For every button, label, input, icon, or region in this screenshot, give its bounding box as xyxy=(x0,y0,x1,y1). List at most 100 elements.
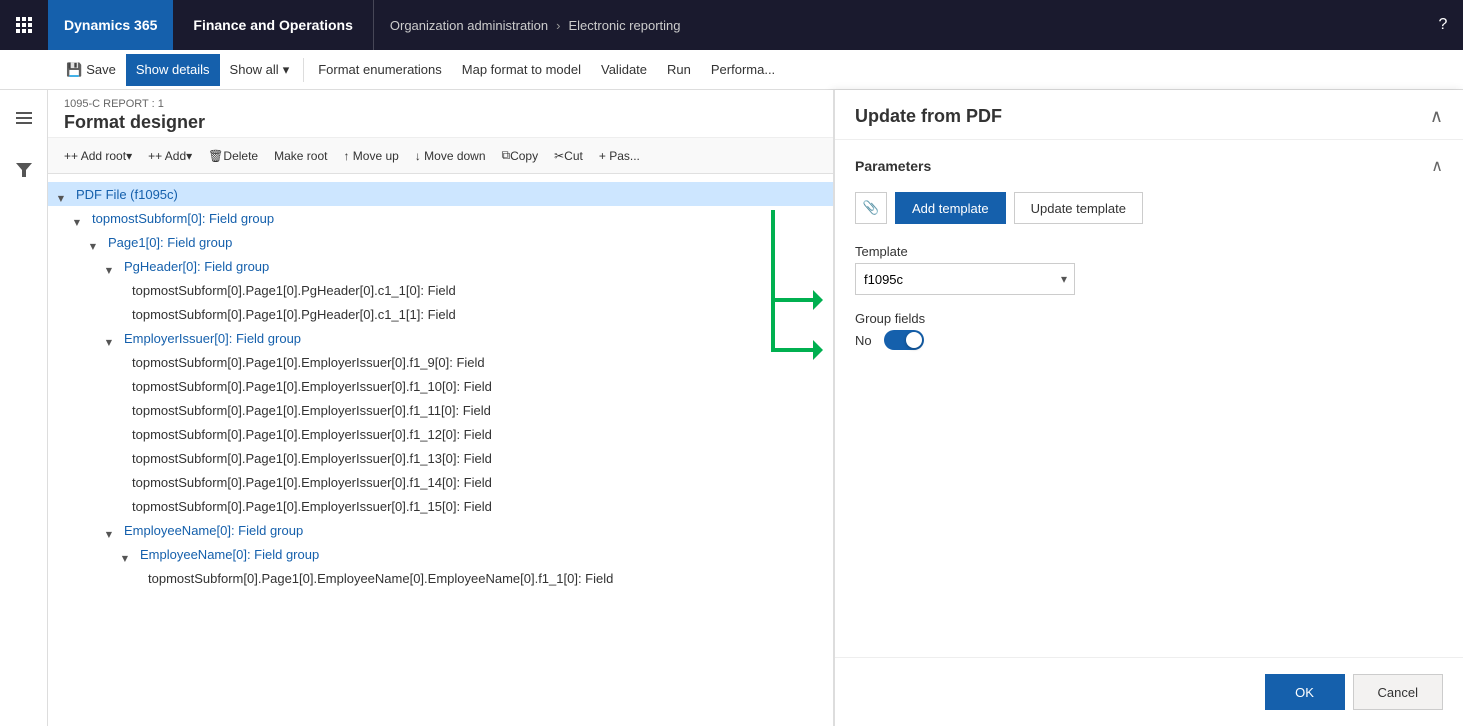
update-template-button[interactable]: Update template xyxy=(1014,192,1143,224)
page-title: Format designer xyxy=(64,112,817,133)
cut-button[interactable]: ✂ Cut xyxy=(546,142,591,170)
move-up-button[interactable]: ↑ Move up xyxy=(335,142,406,170)
format-enumerations-button[interactable]: Format enumerations xyxy=(308,54,452,86)
tree-label-c1-1-1: topmostSubform[0].Page1[0].PgHeader[0].c… xyxy=(132,307,456,322)
tree-item-f1-12[interactable]: topmostSubform[0].Page1[0].EmployerIssue… xyxy=(48,422,833,446)
tree-label-topmost-subform: topmostSubform[0]: Field group xyxy=(92,211,274,226)
add-template-button[interactable]: Add template xyxy=(895,192,1006,224)
add-root-label: + Add root xyxy=(71,149,126,163)
template-select[interactable]: f1095c xyxy=(855,263,1075,295)
add-label: + Add xyxy=(155,149,186,163)
tree-item-topmost-subform[interactable]: ◀topmostSubform[0]: Field group xyxy=(48,206,833,230)
save-button[interactable]: 💾 Save xyxy=(56,54,126,86)
format-enumerations-label: Format enumerations xyxy=(318,62,442,77)
group-fields-group: Group fields No xyxy=(855,311,1443,350)
performance-label: Performa... xyxy=(711,62,775,77)
tree-label-f1-14: topmostSubform[0].Page1[0].EmployerIssue… xyxy=(132,475,492,490)
hamburger-menu-icon[interactable] xyxy=(4,98,44,138)
cut-label: Cut xyxy=(564,149,583,163)
toolbar-separator-1 xyxy=(303,58,304,82)
tree-item-f1-14[interactable]: topmostSubform[0].Page1[0].EmployerIssue… xyxy=(48,470,833,494)
map-format-button[interactable]: Map format to model xyxy=(452,54,591,86)
tree-item-employee-name-group[interactable]: ◀EmployeeName[0]: Field group xyxy=(48,518,833,542)
filter-icon[interactable] xyxy=(4,150,44,190)
tree-label-employee-name-nested: EmployeeName[0]: Field group xyxy=(140,547,319,562)
breadcrumb-org[interactable]: Organization administration xyxy=(390,18,548,33)
breadcrumb-er[interactable]: Electronic reporting xyxy=(568,18,680,33)
group-fields-label: Group fields xyxy=(855,311,1443,326)
delete-icon: 🗑 xyxy=(208,149,223,163)
help-button[interactable]: ? xyxy=(1423,0,1463,50)
help-icon: ? xyxy=(1439,16,1448,34)
tree-label-f1-12: topmostSubform[0].Page1[0].EmployerIssue… xyxy=(132,427,492,442)
tree-label-pdf-file: PDF File (f1095c) xyxy=(76,187,178,202)
ok-button[interactable]: OK xyxy=(1265,674,1345,710)
tree-item-pdf-file[interactable]: ◀ PDF File (f1095c) xyxy=(48,182,833,206)
content-area: 1095-C REPORT : 1 Format designer + + Ad… xyxy=(48,90,833,726)
tree-item-f1-9[interactable]: topmostSubform[0].Page1[0].EmployerIssue… xyxy=(48,350,833,374)
validate-label: Validate xyxy=(601,62,647,77)
tree-label-f1-10: topmostSubform[0].Page1[0].EmployerIssue… xyxy=(132,379,492,394)
tree-item-f1-13[interactable]: topmostSubform[0].Page1[0].EmployerIssue… xyxy=(48,446,833,470)
content-breadcrumb: 1095-C REPORT : 1 xyxy=(64,98,817,110)
update-template-label: Update template xyxy=(1031,201,1126,216)
tree-item-page1[interactable]: ◀Page1[0]: Field group xyxy=(48,230,833,254)
add-button[interactable]: + + Add ▾ xyxy=(140,142,200,170)
designer-toolbar: + + Add root ▾ + + Add ▾ 🗑 Delete Make r… xyxy=(48,138,833,174)
chevron-down-icon: ▾ xyxy=(283,62,290,78)
attachment-button[interactable]: 📎 xyxy=(855,192,887,224)
add-template-label: Add template xyxy=(912,201,989,216)
tree-item-f1-15[interactable]: topmostSubform[0].Page1[0].EmployerIssue… xyxy=(48,494,833,518)
cancel-button[interactable]: Cancel xyxy=(1353,674,1443,710)
panel-close-button[interactable]: ∧ xyxy=(1430,106,1443,127)
save-icon: 💾 xyxy=(66,62,82,78)
make-root-button[interactable]: Make root xyxy=(266,142,335,170)
breadcrumb-area: Organization administration › Electronic… xyxy=(374,18,1423,33)
show-all-label: Show all xyxy=(230,62,279,77)
section-collapse-button[interactable]: ∧ xyxy=(1431,156,1443,176)
tree-label-pgheader: PgHeader[0]: Field group xyxy=(124,259,269,274)
show-all-button[interactable]: Show all ▾ xyxy=(220,54,300,86)
tree-container: ◀PDF File (f1095c)◀topmostSubform[0]: Fi… xyxy=(48,174,833,726)
tree-item-f1-10[interactable]: topmostSubform[0].Page1[0].EmployerIssue… xyxy=(48,374,833,398)
brand-fo: Finance and Operations xyxy=(173,17,372,33)
brand-d365-label: Dynamics 365 xyxy=(64,17,157,33)
main-layout: 1095-C REPORT : 1 Format designer + + Ad… xyxy=(0,90,1463,726)
content-header: 1095-C REPORT : 1 Format designer xyxy=(48,90,833,138)
tree-arrow-employer-issuer: ◀ xyxy=(104,330,120,346)
tree-label-page1: Page1[0]: Field group xyxy=(108,235,232,250)
apps-menu-button[interactable] xyxy=(0,0,48,50)
brand-d365[interactable]: Dynamics 365 xyxy=(48,0,173,50)
move-down-button[interactable]: ↓ Move down xyxy=(407,142,494,170)
save-label: Save xyxy=(86,62,116,77)
ok-label: OK xyxy=(1295,685,1314,700)
make-root-label: Make root xyxy=(274,149,327,163)
tree-item-employer-issuer[interactable]: ◀EmployerIssuer[0]: Field group xyxy=(48,326,833,350)
brand-area: Dynamics 365 Finance and Operations xyxy=(48,0,374,50)
delete-button[interactable]: 🗑 Delete xyxy=(200,142,266,170)
tree-item-pgheader[interactable]: ◀PgHeader[0]: Field group xyxy=(48,254,833,278)
group-fields-toggle[interactable] xyxy=(884,330,924,350)
run-button[interactable]: Run xyxy=(657,54,701,86)
show-details-label: Show details xyxy=(136,62,210,77)
tree-item-employee-name-nested[interactable]: ◀EmployeeName[0]: Field group xyxy=(48,542,833,566)
add-root-button[interactable]: + + Add root ▾ xyxy=(56,142,140,170)
parameters-section: Parameters ∧ 📎 Add template Update templ… xyxy=(835,140,1463,382)
tree-item-f1-11[interactable]: topmostSubform[0].Page1[0].EmployerIssue… xyxy=(48,398,833,422)
validate-button[interactable]: Validate xyxy=(591,54,657,86)
toggle-thumb xyxy=(906,332,922,348)
sidebar-left xyxy=(0,90,48,726)
paste-button[interactable]: + Pas... xyxy=(591,142,648,170)
tree-arrow-pdf-file: ◀ xyxy=(56,186,72,202)
tree-item-c1-1-0[interactable]: topmostSubform[0].Page1[0].PgHeader[0].c… xyxy=(48,278,833,302)
show-details-button[interactable]: Show details xyxy=(126,54,220,86)
attachment-icon: 📎 xyxy=(863,200,880,216)
tree-item-c1-1-1[interactable]: topmostSubform[0].Page1[0].PgHeader[0].c… xyxy=(48,302,833,326)
tree-item-employee-name-field[interactable]: topmostSubform[0].Page1[0].EmployeeName[… xyxy=(48,566,833,590)
map-format-label: Map format to model xyxy=(462,62,581,77)
right-panel: Update from PDF ∧ Parameters ∧ 📎 Add tem… xyxy=(833,90,1463,726)
add-root-dropdown-icon: ▾ xyxy=(126,149,132,163)
template-group: Template f1095c xyxy=(855,244,1443,295)
performance-button[interactable]: Performa... xyxy=(701,54,785,86)
copy-button[interactable]: ⧉ Copy xyxy=(494,142,547,170)
